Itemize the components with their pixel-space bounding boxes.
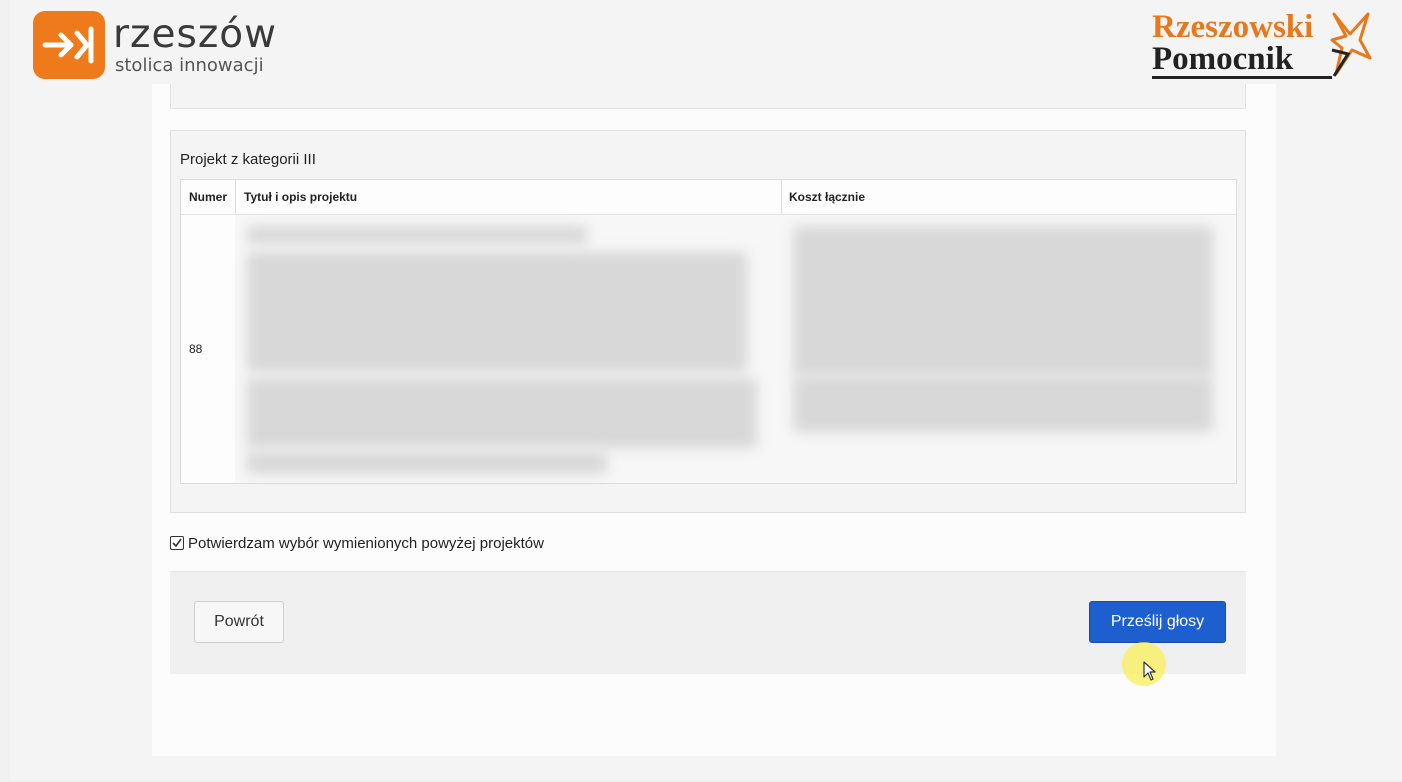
- projects-table: Numer Tytuł i opis projektu Koszt łączni…: [180, 179, 1237, 484]
- logo-rzeszowski-pomocnik[interactable]: Rzeszowski Pomocnik: [1150, 10, 1372, 80]
- previous-category-section: [170, 84, 1246, 109]
- cross-logo-icon: [1330, 12, 1372, 77]
- logo-line1: Rzeszowski: [1152, 9, 1314, 45]
- arrows-logo-icon: [33, 11, 105, 79]
- column-header-title: Tytuł i opis projektu: [244, 190, 358, 204]
- logo-underline: [1152, 76, 1332, 79]
- confirm-selection[interactable]: Potwierdzam wybór wymienionych powyżej p…: [170, 532, 544, 554]
- form-actions: Powrót Prześlij głosy: [170, 571, 1246, 674]
- category-section: Projekt z kategorii III Numer Tytuł i op…: [170, 130, 1246, 513]
- logo-line2: Pomocnik: [1152, 41, 1294, 77]
- column-header-number: Numer: [189, 190, 228, 204]
- confirm-checkbox[interactable]: [170, 536, 184, 550]
- category-title: Projekt z kategorii III: [180, 151, 316, 168]
- back-button[interactable]: Powrót: [194, 601, 284, 643]
- mouse-pointer-icon: [1143, 661, 1156, 681]
- logo-title: rzeszów: [113, 12, 278, 57]
- column-divider: [235, 180, 236, 214]
- logo-subtitle: stolica innowacji: [115, 55, 264, 76]
- checkmark-icon: [172, 538, 182, 548]
- submit-votes-button[interactable]: Prześlij głosy: [1089, 601, 1226, 643]
- confirm-label[interactable]: Potwierdzam wybór wymienionych powyżej p…: [188, 535, 544, 552]
- column-header-cost: Koszt łącznie: [789, 190, 866, 204]
- table-cell-number: 88: [189, 342, 203, 356]
- column-divider: [781, 180, 782, 214]
